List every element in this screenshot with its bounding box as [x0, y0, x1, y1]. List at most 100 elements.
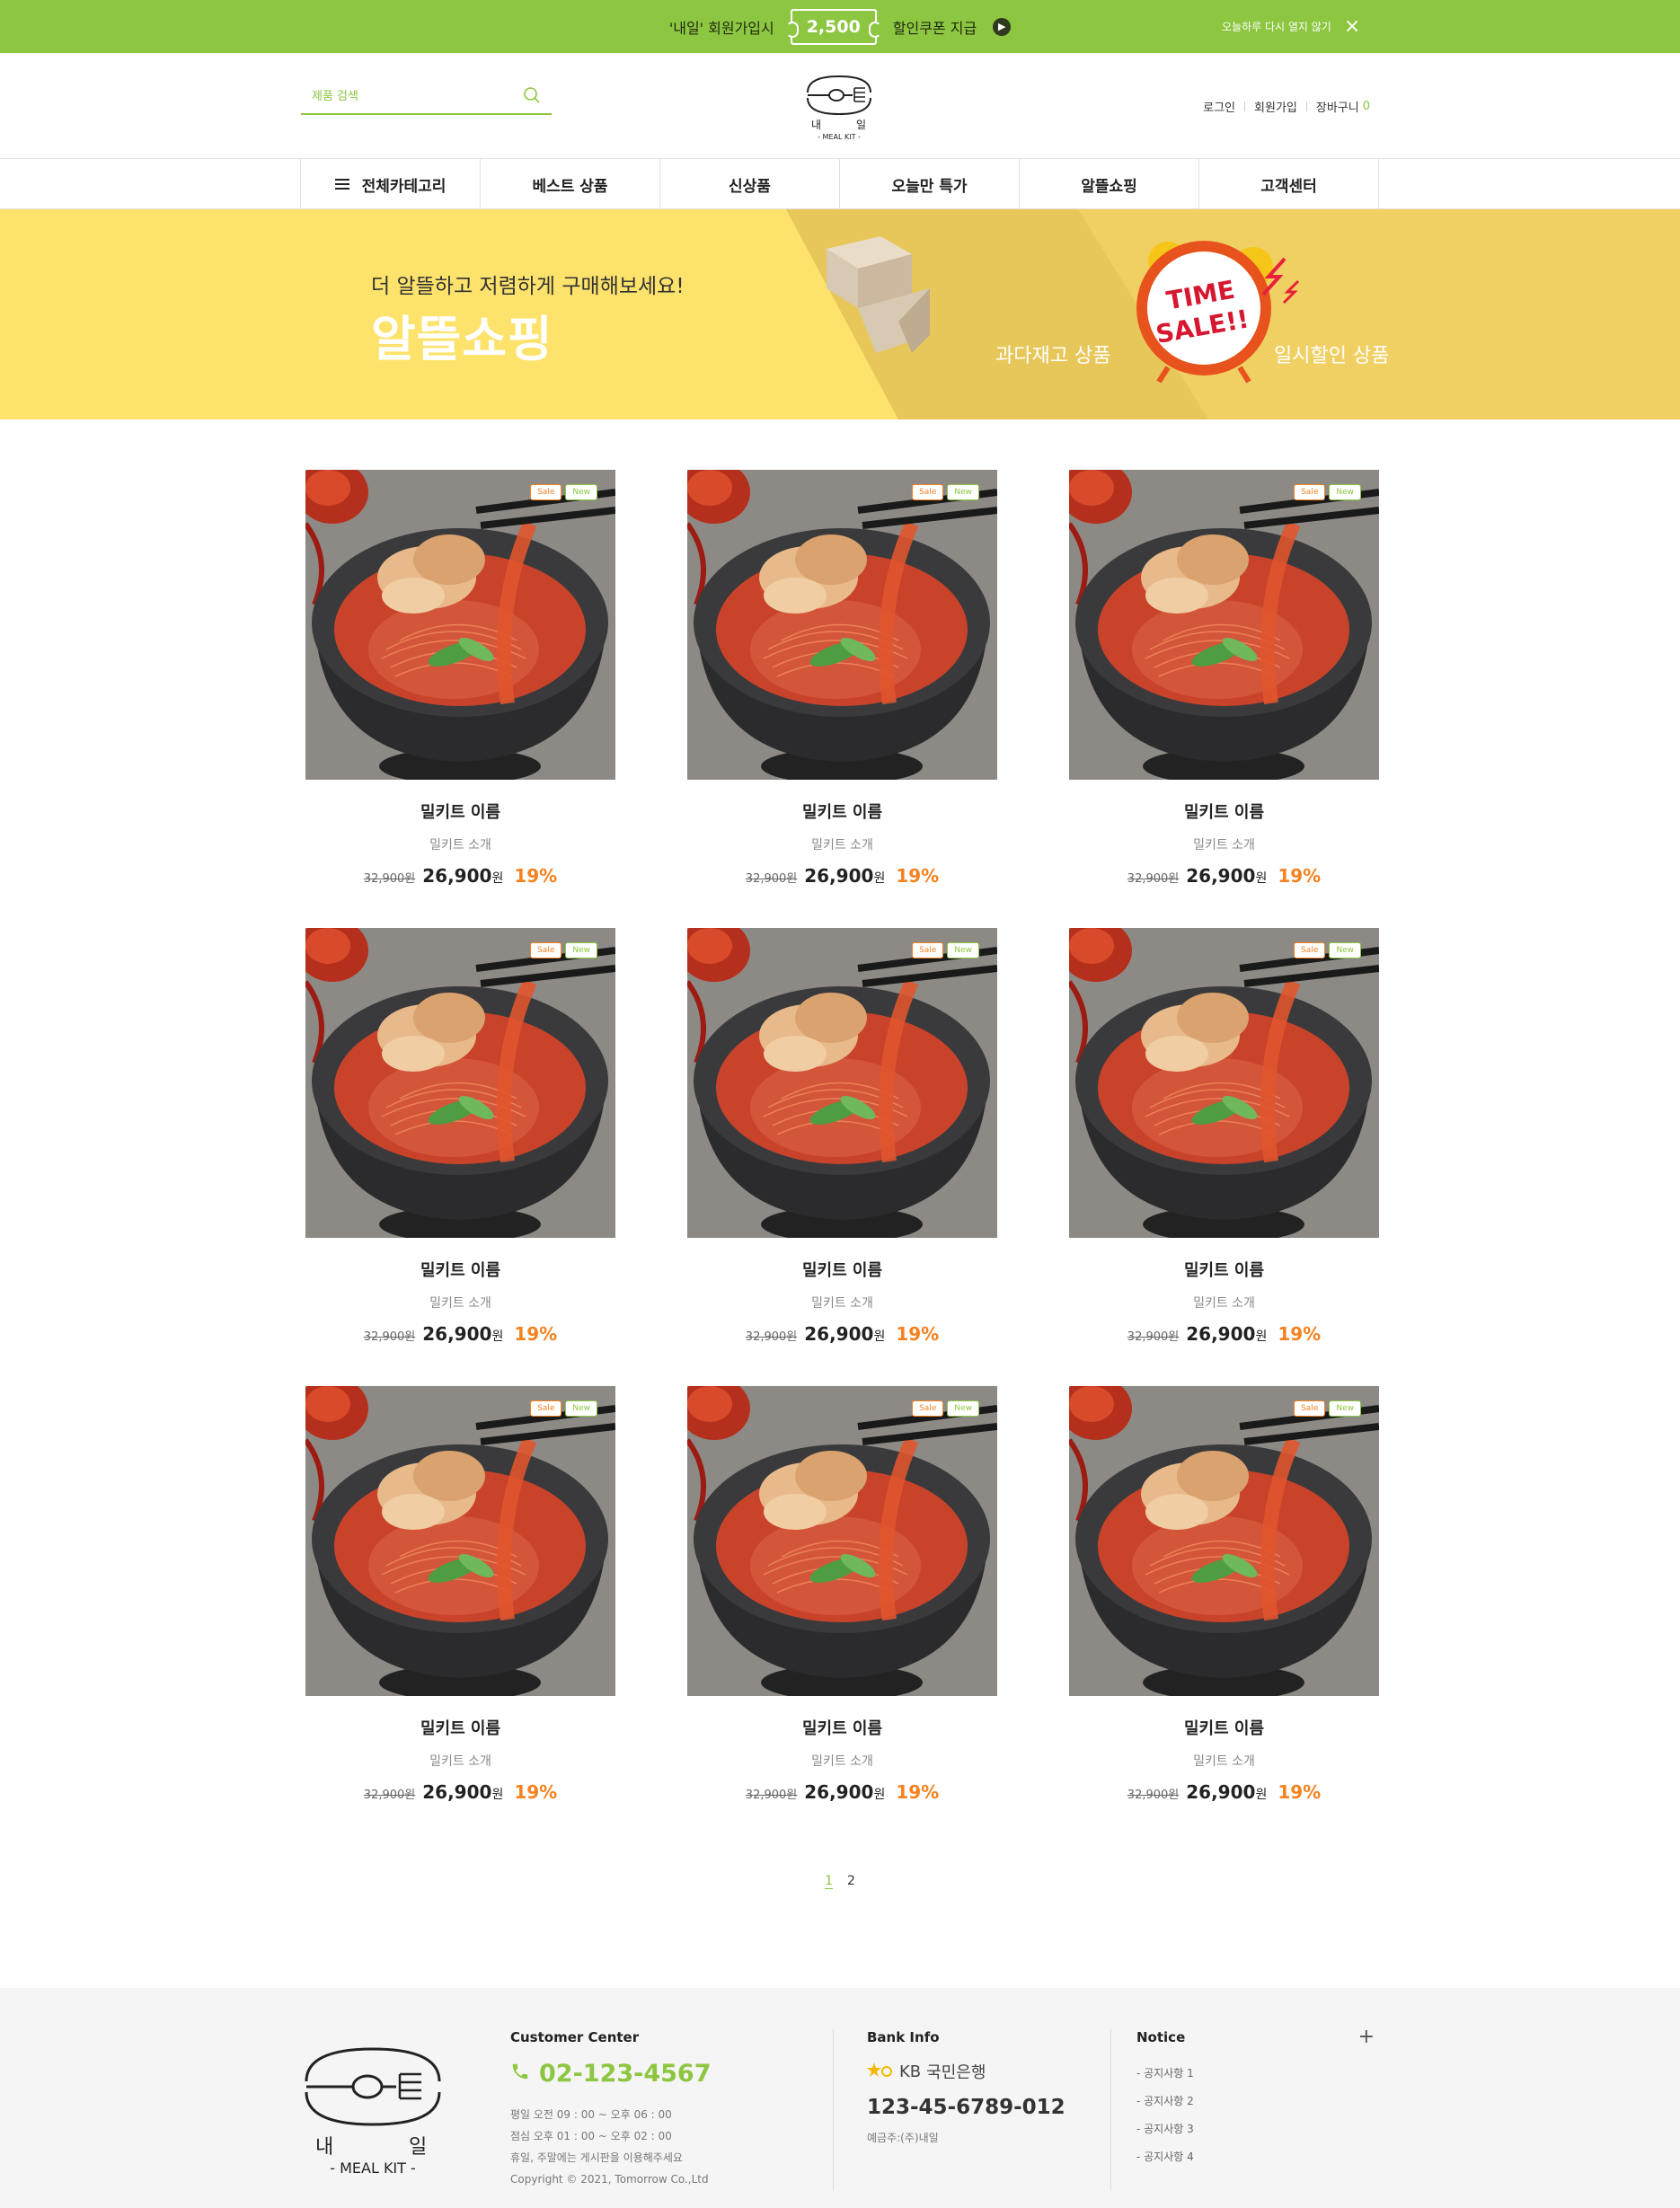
discount-rate: 19%: [1278, 865, 1322, 887]
cs-hours-weekday: 평일 오전 09 : 00 ~ 오후 06 : 00: [510, 2108, 672, 2121]
page-link-current[interactable]: 1: [825, 1874, 833, 1889]
product-image[interactable]: Sale New: [687, 470, 997, 780]
product-badges: Sale New: [912, 1400, 979, 1417]
sale-badge: Sale: [1294, 942, 1326, 958]
original-price: 32,900원: [1127, 872, 1180, 886]
nav-customer-center[interactable]: 고객센터: [1199, 159, 1379, 209]
dismiss-today[interactable]: 오늘하루 다시 열지 않기 ×: [1222, 0, 1360, 53]
product-image[interactable]: Sale New: [687, 1386, 997, 1696]
discount-rate: 19%: [514, 1781, 558, 1803]
hero-category-overstock[interactable]: 과다재고 상품: [995, 340, 1110, 368]
close-icon[interactable]: ×: [1344, 16, 1360, 37]
new-badge: New: [947, 484, 979, 500]
menu-icon[interactable]: [334, 176, 349, 192]
sale-badge: Sale: [1294, 1400, 1326, 1417]
product-price: 32,900원 26,900원 19%: [1069, 1323, 1379, 1345]
notice-item[interactable]: - 공지사항 2: [1136, 2088, 1375, 2115]
search-icon[interactable]: [523, 86, 541, 108]
nav-today-special[interactable]: 오늘만 특가: [840, 159, 1020, 209]
product-name[interactable]: 밀키트 이름: [1069, 1716, 1379, 1739]
hero-background: TIME SALE!!: [0, 209, 1680, 420]
site-logo[interactable]: 내 일 - MEAL KIT -: [802, 71, 876, 141]
phone-icon: [510, 2060, 530, 2088]
divider: [1305, 102, 1307, 111]
sale-price: 26,900원: [1186, 1781, 1267, 1803]
divider: [1244, 102, 1246, 111]
user-utility: 로그인 회원가입 장바구니 0: [1203, 98, 1370, 115]
sale-price: 26,900원: [422, 1781, 503, 1803]
product-desc: 밀키트 소개: [429, 838, 491, 852]
product-name[interactable]: 밀키트 이름: [687, 1258, 997, 1281]
product-desc: 밀키트 소개: [1193, 838, 1255, 852]
product-name[interactable]: 밀키트 이름: [305, 1716, 615, 1739]
product-name[interactable]: 밀키트 이름: [687, 799, 997, 823]
sale-price: 26,900원: [804, 1781, 885, 1803]
product-desc: 밀키트 소개: [811, 1754, 873, 1769]
product-badges: Sale New: [1294, 484, 1361, 500]
nav-new[interactable]: 신상품: [660, 159, 840, 209]
original-price: 32,900원: [363, 872, 416, 886]
product-image[interactable]: Sale New: [1069, 928, 1379, 1238]
product-price: 32,900원 26,900원 19%: [687, 1323, 997, 1345]
product-image[interactable]: Sale New: [305, 470, 615, 780]
original-price: 32,900원: [363, 1788, 416, 1802]
product-name[interactable]: 밀키트 이름: [687, 1716, 997, 1739]
chevron-right-icon[interactable]: ▶: [993, 17, 1012, 36]
product-name[interactable]: 밀키트 이름: [1069, 799, 1379, 823]
price-unit: 원: [873, 1329, 886, 1344]
dismiss-label[interactable]: 오늘하루 다시 열지 않기: [1222, 19, 1331, 34]
sale-price: 26,900원: [804, 865, 885, 887]
new-badge: New: [565, 1400, 597, 1417]
nav-all-categories[interactable]: 전체카테고리: [301, 159, 481, 209]
product-badges: Sale New: [912, 942, 979, 958]
pagination: 1 2: [0, 1874, 1680, 1889]
customer-center: Customer Center 02-123-4567 평일 오전 09 : 0…: [510, 2029, 834, 2191]
site-header: 내 일 - MEAL KIT - 로그인 회원가입 장바구니 0: [0, 53, 1680, 159]
nav-best[interactable]: 베스트 상품: [481, 159, 660, 209]
footer-logo-left: 내: [315, 2136, 333, 2159]
notice: Notice + - 공지사항 1 - 공지사항 2 - 공지사항 3 - 공지…: [1136, 2026, 1375, 2171]
product-badges: Sale New: [1294, 1400, 1361, 1417]
product-name[interactable]: 밀키트 이름: [305, 1258, 615, 1281]
sale-price: 26,900원: [422, 865, 503, 887]
product-name[interactable]: 밀키트 이름: [1069, 1258, 1379, 1281]
logo-sub: - MEAL KIT -: [818, 133, 861, 141]
discount-rate: 19%: [1278, 1781, 1322, 1803]
plus-icon[interactable]: +: [1358, 2026, 1375, 2048]
product-price: 32,900원 26,900원 19%: [687, 1781, 997, 1803]
main-nav: 전체카테고리 베스트 상품 신상품 오늘만 특가 알뜰쇼핑 고객센터: [0, 159, 1680, 209]
sale-badge: Sale: [912, 1400, 944, 1417]
product-image[interactable]: Sale New: [305, 1386, 615, 1696]
login-link[interactable]: 로그인: [1203, 98, 1235, 115]
product-image[interactable]: Sale New: [1069, 470, 1379, 780]
signup-link[interactable]: 회원가입: [1254, 98, 1297, 115]
notice-item[interactable]: - 공지사항 3: [1136, 2115, 1375, 2143]
notice-item[interactable]: - 공지사항 1: [1136, 2060, 1375, 2088]
sale-price: 26,900원: [1186, 1323, 1267, 1345]
page-link[interactable]: 2: [847, 1874, 855, 1889]
cs-phone-number: 02-123-4567: [539, 2060, 712, 2088]
product-image[interactable]: Sale New: [687, 928, 997, 1238]
discount-rate: 19%: [896, 1781, 940, 1803]
discount-rate: 19%: [514, 1323, 558, 1345]
nav-thrifty[interactable]: 알뜰쇼핑: [1020, 159, 1199, 209]
product-image[interactable]: Sale New: [305, 928, 615, 1238]
cs-title: Customer Center: [510, 2029, 640, 2045]
sale-price: 26,900원: [1186, 865, 1267, 887]
product-price: 32,900원 26,900원 19%: [687, 865, 997, 887]
cart-link[interactable]: 장바구니: [1316, 98, 1359, 115]
new-badge: New: [947, 942, 979, 958]
signup-promo[interactable]: '내일' 회원가입시 2,500 할인쿠폰 지급 ▶: [0, 0, 1680, 53]
sale-price: 26,900원: [804, 1323, 885, 1345]
cs-phone[interactable]: 02-123-4567: [510, 2060, 833, 2088]
product-desc: 밀키트 소개: [811, 838, 873, 852]
hero-category-temporary-sale[interactable]: 일시할인 상품: [1274, 340, 1389, 368]
price-unit: 원: [1255, 1788, 1268, 1802]
product-badges: Sale New: [530, 1400, 597, 1417]
search-input[interactable]: [312, 90, 491, 103]
bank-holder: 예금주:(주)내일: [867, 2132, 939, 2144]
price-unit: 원: [873, 871, 886, 886]
product-image[interactable]: Sale New: [1069, 1386, 1379, 1696]
notice-item[interactable]: - 공지사항 4: [1136, 2143, 1375, 2171]
product-name[interactable]: 밀키트 이름: [305, 799, 615, 823]
